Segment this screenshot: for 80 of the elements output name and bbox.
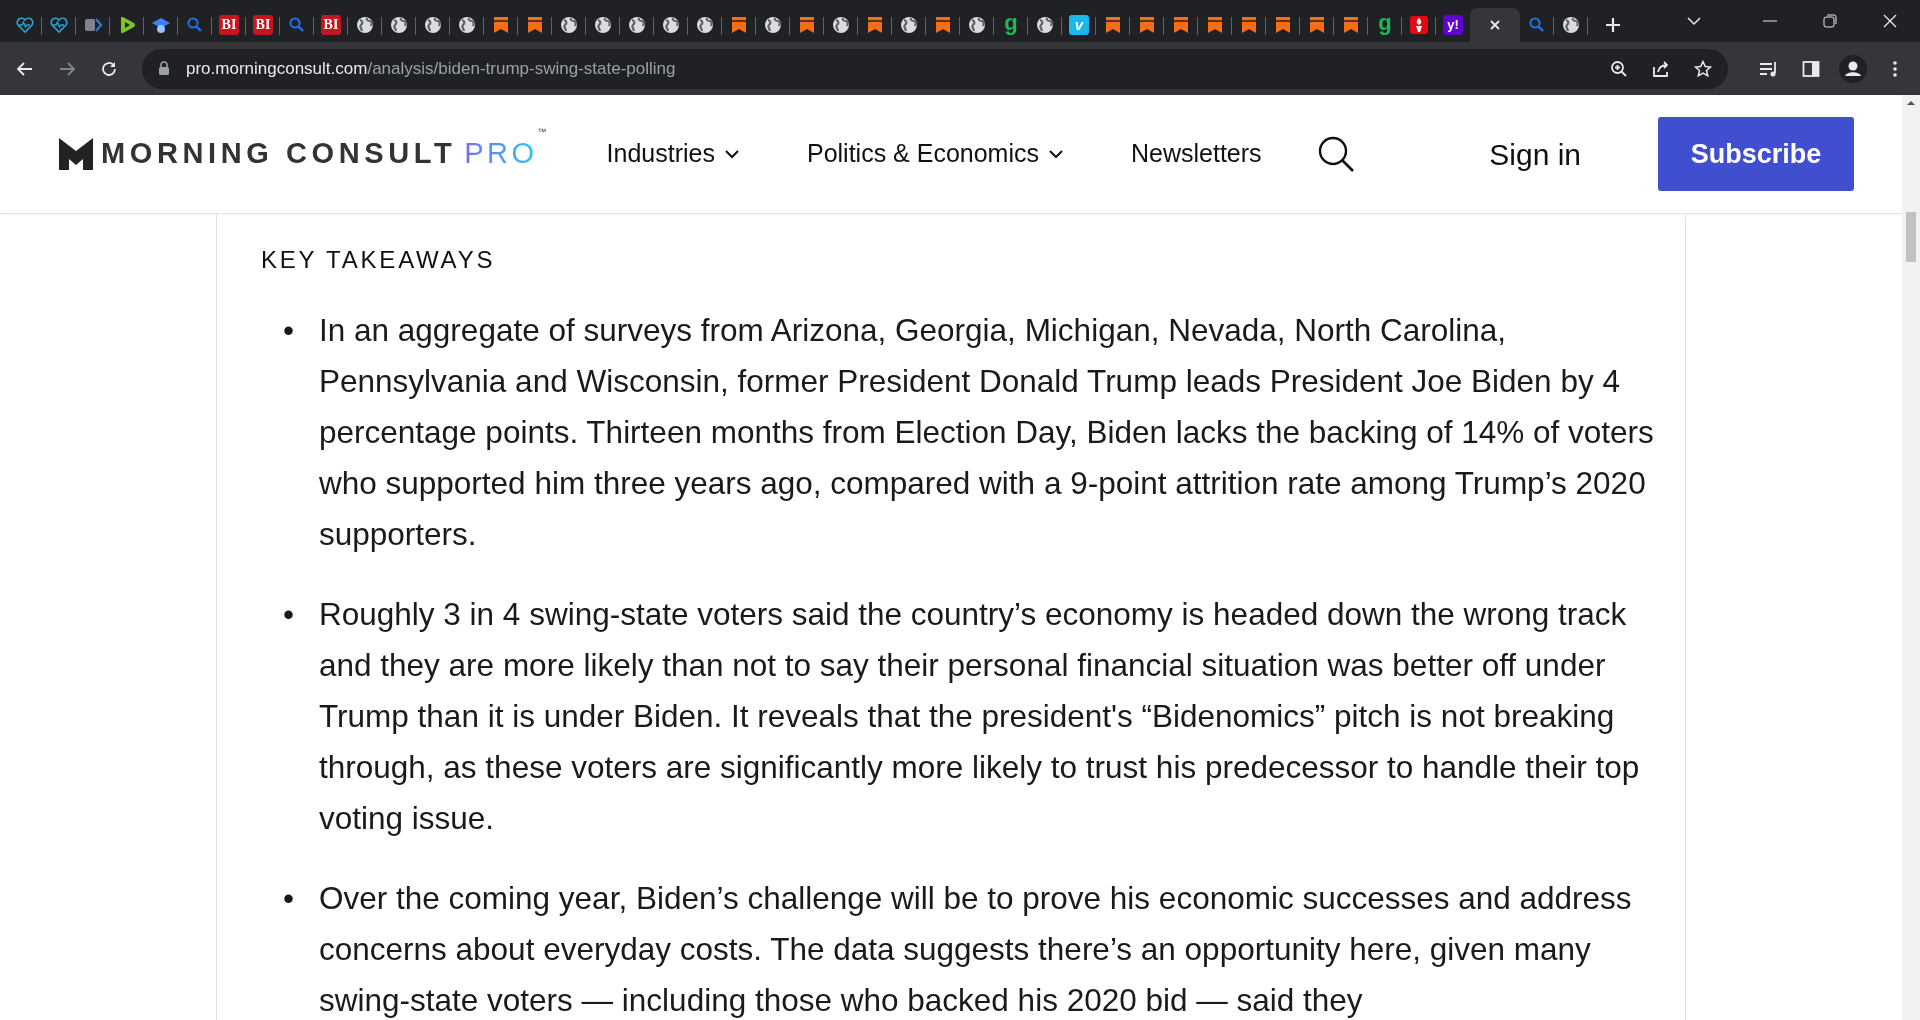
browser-tab[interactable]: BI — [246, 8, 280, 42]
globe-icon — [1561, 15, 1581, 35]
bookmark-icon — [1307, 15, 1327, 35]
close-icon — [1883, 14, 1897, 28]
section-heading: KEY TAKEAWAYS — [261, 246, 497, 275]
bookmark-icon — [933, 15, 953, 35]
browser-tab[interactable]: BI — [314, 8, 348, 42]
takeaway-paragraph: In an aggregate of surveys from Arizona, Georgia, Michigan, Nevada, North Carolina, Pennsylvania and Wisconsin, former President Donald Trump leads President Joe Biden by 4 percentage points. Thirteen months from Election Day, Biden lacks the backing of 14% of voters who supported him three years ago, compared with a 9-point attrition rate among Trump’s 2020 supporters. — [319, 310, 1655, 554]
torch-icon — [1409, 15, 1429, 35]
globe-icon — [355, 15, 375, 35]
globe-icon — [1035, 15, 1055, 35]
browser-tab[interactable] — [1470, 8, 1520, 42]
restore-icon — [1823, 14, 1837, 28]
sign-in-link[interactable]: Sign in — [1489, 131, 1581, 177]
bookmark-icon — [1137, 15, 1157, 35]
bookmark-icon — [525, 15, 545, 35]
address-bar[interactable]: pro.morningconsult.com/analysis/biden-trump-swing-state-polling — [142, 48, 1728, 89]
takeaway-paragraph: Roughly 3 in 4 swing-state voters said the country’s economy is headed down the wrong track and they are more likely than not to say their personal financial situation was better off under Trump than it is under Biden. It reveals that the president's “Bidenomics” pitch is not breaking through, as these voters are significantly more likely to trust his predecessor to handle their top voting issue. — [319, 594, 1641, 838]
bookmark-icon — [865, 15, 885, 35]
nav-link[interactable]: Newsletters — [1131, 135, 1262, 173]
letter-logo-icon: y! — [1443, 15, 1463, 35]
letter-logo-icon: v — [1069, 15, 1089, 35]
browser-tab[interactable]: g — [994, 8, 1028, 42]
browser-tab[interactable]: g — [1368, 8, 1402, 42]
nav-link[interactable]: Politics & Economics — [806, 135, 1063, 173]
back-arrow-icon — [16, 59, 34, 78]
url-path: /analysis/biden-trump-swing-state-polling — [367, 57, 676, 80]
scroll-up-icon — [1907, 101, 1915, 105]
globe-icon — [593, 15, 613, 35]
scrollbar[interactable] — [1902, 95, 1920, 1020]
plus-icon — [1604, 16, 1622, 34]
bookmark-icon — [797, 15, 817, 35]
bookmark-icon — [1239, 15, 1259, 35]
globe-icon — [695, 15, 715, 35]
reload-icon — [100, 59, 118, 78]
letter-logo-icon: BI — [219, 15, 239, 35]
globe-icon — [423, 15, 443, 35]
browser-tab[interactable]: y! — [1436, 8, 1470, 42]
letter-logo-icon: BI — [253, 15, 273, 35]
bookmark-icon — [1341, 15, 1361, 35]
nav-link[interactable]: Industries — [606, 135, 739, 173]
lock-icon — [158, 61, 170, 76]
bookmark-icon — [1171, 15, 1191, 35]
brand-name: MORNING CONSULT — [101, 136, 457, 172]
minimize-icon — [1763, 20, 1777, 22]
bullet-marker: • — [283, 310, 296, 350]
globe-icon — [457, 15, 477, 35]
globe-icon — [967, 15, 987, 35]
globe-icon — [627, 15, 647, 35]
heart-icon — [15, 15, 35, 35]
scrollbar-thumb[interactable] — [1906, 212, 1916, 262]
bullet-marker: • — [283, 878, 296, 918]
globe-icon — [559, 15, 579, 35]
letter-logo-icon: BI — [321, 15, 341, 35]
subscribe-button[interactable]: Subscribe — [1658, 117, 1854, 191]
trademark-sign: ™ — [537, 126, 547, 140]
takeaway-paragraph: Over the coming year, Biden’s challenge will be to prove his economic successes and address concerns about everyday costs. The data suggests there’s an opportunity here, given many swing-state voters — including those who backed his 2020 bid — said they — [319, 878, 1633, 1020]
browser-tab[interactable]: BI — [212, 8, 246, 42]
bullet-marker: • — [283, 594, 296, 634]
graduation-cap-icon — [151, 15, 171, 35]
bookmark-icon — [491, 15, 511, 35]
chevron-down-icon — [724, 149, 739, 159]
chevron-down-icon — [1049, 149, 1063, 159]
letter-logo-icon: g — [1001, 15, 1021, 35]
bookmark-icon — [729, 15, 749, 35]
url-host: pro.morningconsult.com — [186, 57, 368, 80]
globe-icon — [389, 15, 409, 35]
bookmark-icon — [1273, 15, 1293, 35]
globe-icon — [661, 15, 681, 35]
globe-icon — [831, 15, 851, 35]
logo-mark-icon — [59, 138, 93, 170]
bookmark-icon — [1205, 15, 1225, 35]
forward-arrow-icon — [58, 59, 76, 78]
globe-icon — [763, 15, 783, 35]
bookmark-icon — [1103, 15, 1123, 35]
heart-icon — [49, 15, 69, 35]
globe-icon — [899, 15, 919, 35]
chevron-down-icon — [1686, 16, 1702, 26]
letter-logo-icon: g — [1375, 15, 1395, 35]
close-icon — [1488, 18, 1502, 32]
